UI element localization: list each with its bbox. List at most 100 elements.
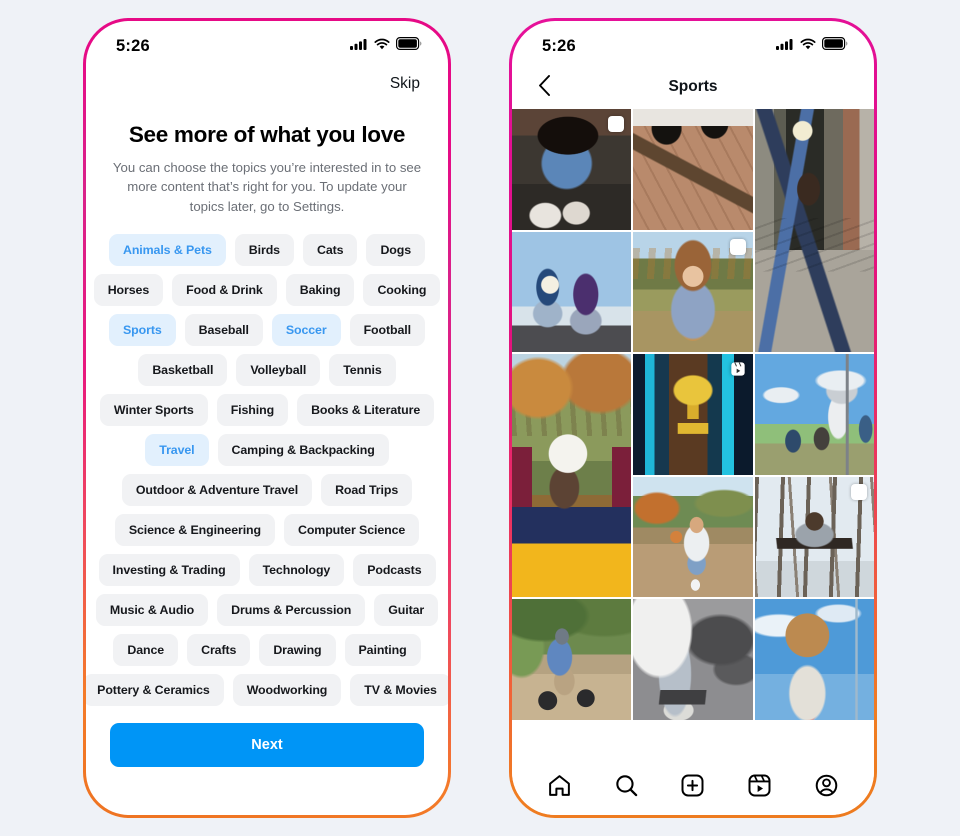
grid-tile[interactable] bbox=[633, 354, 753, 475]
photo-grid bbox=[512, 109, 874, 759]
topic-chip-investing-trading[interactable]: Investing & Trading bbox=[98, 553, 240, 586]
nav-profile-button[interactable] bbox=[808, 767, 845, 807]
nav-reels-button[interactable] bbox=[741, 767, 778, 807]
topic-chip-technology[interactable]: Technology bbox=[248, 553, 345, 586]
grid-tile[interactable] bbox=[512, 109, 632, 230]
topic-chip-podcasts[interactable]: Podcasts bbox=[353, 553, 436, 586]
topic-chip-football[interactable]: Football bbox=[349, 313, 425, 346]
chip-row: Pottery & Ceramics Woodworking TV & Movies bbox=[86, 673, 448, 706]
cellular-signal-icon bbox=[776, 37, 794, 55]
topic-chip-science-engineering[interactable]: Science & Engineering bbox=[114, 513, 275, 546]
chip-row: Outdoor & Adventure Travel Road Trips bbox=[102, 473, 432, 506]
topic-chip-dogs[interactable]: Dogs bbox=[366, 233, 426, 266]
grid-tile[interactable] bbox=[633, 231, 753, 352]
status-bar-time: 5:26 bbox=[542, 36, 576, 55]
wifi-icon bbox=[800, 37, 816, 55]
carousel-icon bbox=[729, 238, 746, 255]
profile-icon bbox=[814, 773, 839, 801]
status-bar: 5:26 bbox=[512, 21, 874, 65]
page-title: See more of what you love bbox=[128, 122, 406, 147]
grid-tile[interactable] bbox=[512, 231, 632, 352]
topic-chip-volleyball[interactable]: Volleyball bbox=[236, 353, 321, 386]
nav-home-button[interactable] bbox=[541, 767, 578, 807]
chip-row: Winter Sports Fishing Books & Literature bbox=[99, 393, 435, 426]
topic-chip-fishing[interactable]: Fishing bbox=[216, 393, 289, 426]
topic-chip-crafts[interactable]: Crafts bbox=[187, 633, 251, 666]
topic-chip-dance[interactable]: Dance bbox=[113, 633, 179, 666]
topic-chip-horses[interactable]: Horses bbox=[93, 273, 164, 306]
chip-row: Horses Food & Drink Baking Cooking bbox=[93, 273, 441, 306]
grid-tile[interactable] bbox=[754, 599, 874, 720]
topic-chip-sports[interactable]: Sports bbox=[109, 313, 176, 346]
topic-chip-baseball[interactable]: Baseball bbox=[184, 313, 263, 346]
chip-row: Investing & Trading Technology Podcasts bbox=[98, 553, 436, 586]
topic-chip-guitar[interactable]: Guitar bbox=[374, 593, 439, 626]
bottom-nav bbox=[512, 759, 874, 815]
create-icon bbox=[680, 773, 705, 801]
home-icon bbox=[547, 773, 572, 801]
topic-chip-woodworking[interactable]: Woodworking bbox=[232, 673, 342, 706]
next-button-wrap: Next bbox=[86, 723, 448, 815]
status-bar-icons bbox=[776, 37, 848, 55]
topic-chip-birds[interactable]: Birds bbox=[234, 233, 294, 266]
topic-chip-drawing[interactable]: Drawing bbox=[259, 633, 336, 666]
chip-row: Sports Baseball Soccer Football bbox=[102, 313, 432, 346]
cellular-signal-icon bbox=[350, 37, 368, 55]
status-bar-icons bbox=[350, 37, 422, 55]
reels-icon bbox=[730, 361, 746, 377]
grid-tile[interactable] bbox=[633, 476, 753, 597]
left-phone-screen: 5:26 Skip See more of what you love You … bbox=[86, 21, 448, 815]
topic-chip-drums-percussion[interactable]: Drums & Percussion bbox=[217, 593, 366, 626]
grid-tile[interactable] bbox=[754, 109, 874, 352]
grid-tile[interactable] bbox=[754, 354, 874, 475]
topic-chip-pottery-ceramics[interactable]: Pottery & Ceramics bbox=[86, 673, 224, 706]
chip-row: Dance Crafts Drawing Painting bbox=[102, 633, 432, 666]
topic-chip-road-trips[interactable]: Road Trips bbox=[321, 473, 413, 506]
phones-stage: 5:26 Skip See more of what you love You … bbox=[0, 0, 960, 836]
topic-chip-tv-movies[interactable]: TV & Movies bbox=[350, 673, 448, 706]
nav-search-button[interactable] bbox=[608, 767, 645, 807]
grid-tile[interactable] bbox=[512, 354, 632, 597]
grid-tile[interactable] bbox=[512, 599, 632, 720]
header-title: Sports bbox=[668, 78, 718, 95]
carousel-icon bbox=[851, 483, 867, 500]
wifi-icon bbox=[374, 37, 390, 55]
back-button[interactable] bbox=[532, 73, 557, 101]
status-bar-time: 5:26 bbox=[116, 36, 150, 55]
battery-icon bbox=[822, 37, 848, 55]
topic-chip-food-drink[interactable]: Food & Drink bbox=[172, 273, 277, 306]
skip-button[interactable]: Skip bbox=[388, 71, 422, 97]
sports-header: Sports bbox=[512, 65, 874, 109]
topic-chip-painting[interactable]: Painting bbox=[344, 633, 421, 666]
topic-chips-area: Animals & Pets Birds Cats Dogs Horses Food & … bbox=[86, 216, 448, 723]
topic-chip-computer-science[interactable]: Computer Science bbox=[283, 513, 420, 546]
next-button[interactable]: Next bbox=[110, 723, 424, 767]
grid-tile[interactable] bbox=[754, 476, 874, 597]
topic-chip-outdoor-adventure-travel[interactable]: Outdoor & Adventure Travel bbox=[121, 473, 313, 506]
grid-tile[interactable] bbox=[633, 599, 753, 720]
right-phone-frame: 5:26 Sports bbox=[509, 18, 877, 818]
nav-create-button[interactable] bbox=[674, 767, 711, 807]
chip-row: Music & Audio Drums & Percussion Guitar bbox=[95, 593, 439, 626]
topic-chip-books-literature[interactable]: Books & Literature bbox=[297, 393, 435, 426]
topic-chip-baking[interactable]: Baking bbox=[285, 273, 355, 306]
left-phone-frame: 5:26 Skip See more of what you love You … bbox=[83, 18, 451, 818]
carousel-icon bbox=[608, 116, 625, 132]
topic-chip-tennis[interactable]: Tennis bbox=[329, 353, 396, 386]
topic-chip-travel[interactable]: Travel bbox=[145, 433, 209, 466]
topic-chip-cooking[interactable]: Cooking bbox=[363, 273, 441, 306]
chip-row: Basketball Volleyball Tennis bbox=[102, 353, 432, 386]
chip-row: Animals & Pets Birds Cats Dogs bbox=[102, 233, 432, 266]
topic-chip-soccer[interactable]: Soccer bbox=[271, 313, 341, 346]
topic-chip-music-audio[interactable]: Music & Audio bbox=[95, 593, 209, 626]
topic-chip-winter-sports[interactable]: Winter Sports bbox=[99, 393, 208, 426]
reels-icon bbox=[747, 773, 772, 801]
topic-chip-cats[interactable]: Cats bbox=[302, 233, 358, 266]
topic-chip-camping-backpacking[interactable]: Camping & Backpacking bbox=[217, 433, 389, 466]
topic-chip-animals-pets[interactable]: Animals & Pets bbox=[108, 233, 226, 266]
status-bar: 5:26 bbox=[86, 21, 448, 65]
grid-tile[interactable] bbox=[633, 109, 753, 230]
topic-chip-basketball[interactable]: Basketball bbox=[138, 353, 228, 386]
skip-row: Skip bbox=[86, 65, 448, 97]
battery-icon bbox=[396, 37, 422, 55]
